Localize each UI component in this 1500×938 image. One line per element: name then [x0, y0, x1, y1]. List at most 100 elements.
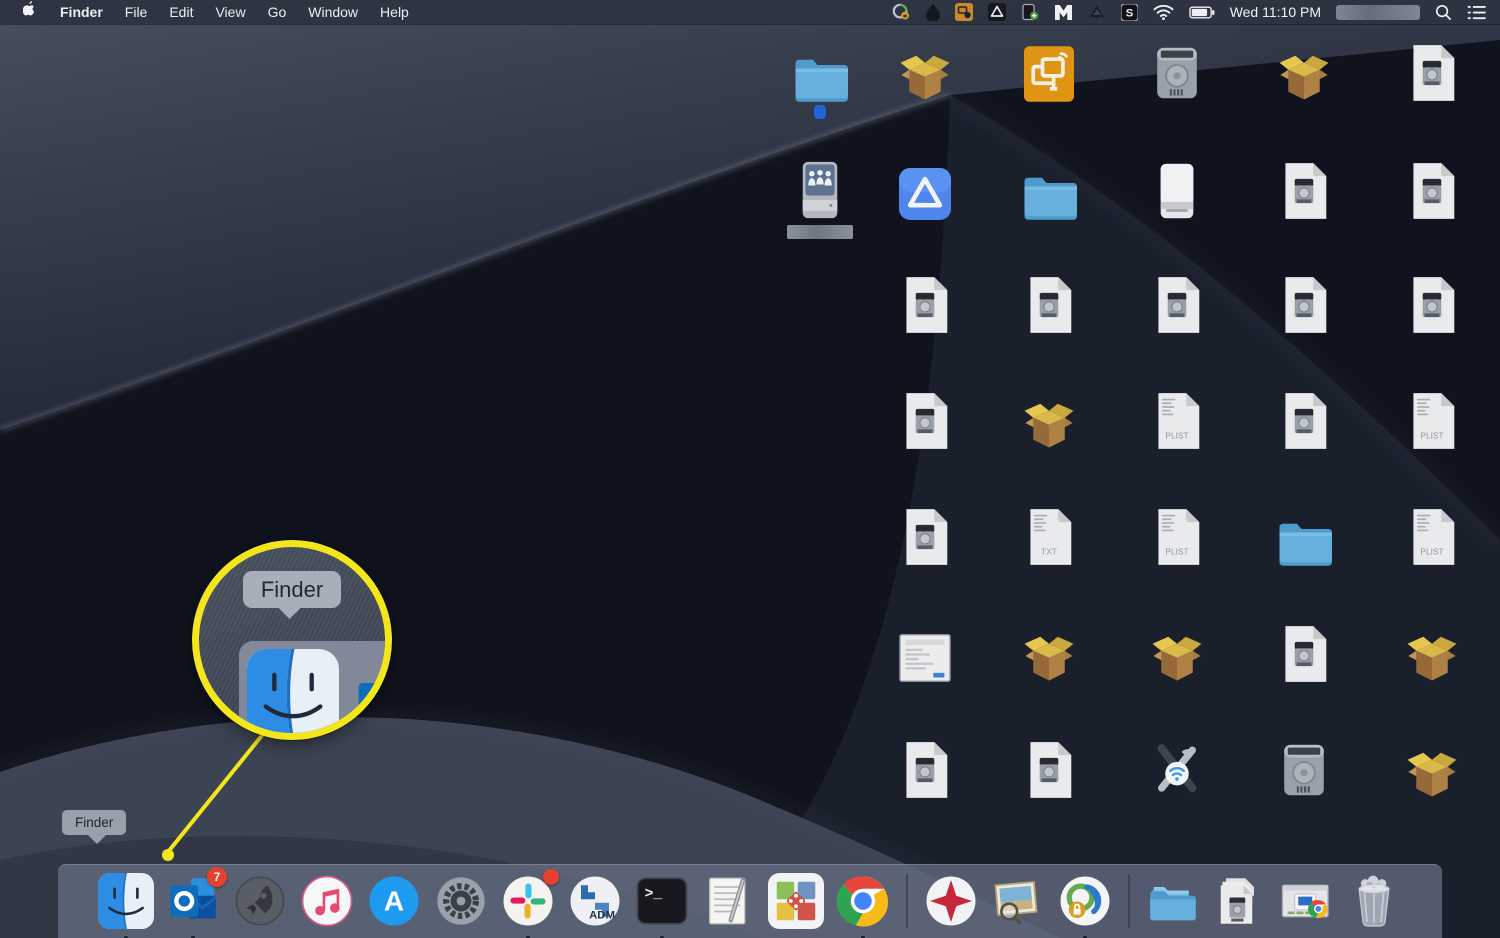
desktop-icon-pkg-18[interactable]	[983, 390, 1115, 453]
desktop-icon-dmg-13[interactable]	[983, 274, 1115, 337]
dock-item-finder[interactable]	[98, 873, 154, 929]
desktop-icon-pkg-36[interactable]	[1366, 739, 1498, 802]
battery-icon[interactable]	[1189, 0, 1215, 24]
dock-item-slack[interactable]	[500, 873, 556, 929]
folder-icon	[983, 160, 1115, 220]
dmg-icon	[1238, 623, 1370, 683]
desktop-icon-hdd-light-9[interactable]	[1111, 160, 1243, 223]
pkg-icon	[983, 623, 1115, 683]
desktop-icon-dmg-16[interactable]	[1366, 274, 1498, 337]
menu-clock[interactable]: Wed 11:10 PM	[1230, 4, 1321, 20]
desktop-icon-google-drive-7[interactable]	[859, 160, 991, 223]
dock-item-self-service[interactable]	[768, 873, 824, 929]
dock-item-outlook[interactable]: 7	[165, 873, 221, 929]
malwarebytes-icon[interactable]	[1054, 0, 1073, 24]
notification-center-icon[interactable]	[1467, 0, 1486, 24]
dmg-icon	[1366, 42, 1498, 102]
dock-item-chrome[interactable]	[835, 873, 891, 929]
anyconnect-vpn-icon[interactable]	[891, 0, 911, 24]
dock-item-app-store[interactable]: A	[366, 873, 422, 929]
txt-icon: TXT	[983, 506, 1115, 566]
menu-app-name[interactable]: Finder	[49, 0, 114, 24]
desktop-icon-folder-8[interactable]	[983, 160, 1115, 223]
dock-item-trash[interactable]	[1346, 873, 1402, 929]
desktop-icon-dmg-5[interactable]	[1366, 42, 1498, 105]
sophos-shield-icon[interactable]: S	[1121, 0, 1138, 24]
menu-item-go[interactable]: Go	[257, 0, 298, 24]
google-drive-icon[interactable]	[988, 0, 1006, 24]
dock-item-itunes[interactable]	[299, 873, 355, 929]
dock-item-cisco-anyconnect[interactable]	[1057, 873, 1113, 929]
desktop-icon-pkg-1[interactable]	[859, 42, 991, 105]
menu-item-view[interactable]: View	[204, 0, 256, 24]
onedrive-icon[interactable]	[1088, 0, 1106, 24]
desktop-icon-wdmon-tools-34[interactable]	[1111, 739, 1243, 802]
pkg-icon	[983, 390, 1115, 450]
menu-item-edit[interactable]: Edit	[158, 0, 204, 24]
desktop-icon-dmg-30[interactable]	[1238, 623, 1370, 686]
desktop-icon-dmg-22[interactable]	[859, 506, 991, 569]
dock: 7 A ADM >_	[58, 864, 1442, 938]
desktop-icon-dmg-32[interactable]	[859, 739, 991, 802]
desktop-icon-plist-21[interactable]: PLIST	[1366, 390, 1498, 453]
desktop-icon-dmg-11[interactable]	[1366, 160, 1498, 223]
wifi-icon[interactable]	[1153, 0, 1174, 24]
desktop-icon-dmg-17[interactable]	[859, 390, 991, 453]
dmg-icon	[859, 739, 991, 799]
dmg-icon	[1238, 390, 1370, 450]
dock-item-documents-stack[interactable]	[1212, 873, 1268, 929]
plist-icon: PLIST	[1366, 506, 1498, 566]
hdd-light-icon	[1111, 160, 1243, 220]
dameware-icon[interactable]	[955, 0, 973, 24]
desktop-icon-txt-23[interactable]: TXT	[983, 506, 1115, 569]
callout-finder-tooltip: Finder	[243, 571, 341, 608]
menu-item-window[interactable]: Window	[297, 0, 369, 24]
menu-item-file[interactable]: File	[114, 0, 159, 24]
dock-item-terminal[interactable]: >_	[634, 873, 690, 929]
desktop-icon-dmg-12[interactable]	[859, 274, 991, 337]
dock-item-launchpad[interactable]	[232, 873, 288, 929]
desktop-icon-dmg-15[interactable]	[1238, 274, 1370, 337]
desktop-icon-pkg-31[interactable]	[1366, 623, 1498, 686]
desktop-icon-dmg-33[interactable]	[983, 739, 1115, 802]
desktop-icon-dmg-10[interactable]	[1238, 160, 1370, 223]
dmg-icon	[859, 274, 991, 334]
desktop-icon-screenshot-27[interactable]	[859, 623, 991, 686]
menu-bar: Finder FileEditViewGoWindowHelp S Wed 11:…	[0, 0, 1500, 24]
dock-finder-tooltip: Finder	[62, 810, 126, 835]
spotlight-search-icon[interactable]	[1435, 0, 1452, 24]
dmg-icon	[1111, 274, 1243, 334]
folder-icon	[1238, 506, 1370, 566]
dock-item-adm[interactable]: ADM	[567, 873, 623, 929]
backblaze-icon[interactable]	[926, 0, 940, 24]
desktop-icon-dmg-14[interactable]	[1111, 274, 1243, 337]
desktop-icon-dmg-20[interactable]	[1238, 390, 1370, 453]
dock-item-folder-stack[interactable]	[1145, 873, 1201, 929]
desktop-icon-plist-24[interactable]: PLIST	[1111, 506, 1243, 569]
desktop-icon-dameware-app-2[interactable]	[983, 42, 1115, 105]
desktop-icon-plist-19[interactable]: PLIST	[1111, 390, 1243, 453]
finder-callout-circle: Finder	[192, 540, 392, 740]
dock-item-red-cross-app[interactable]	[923, 873, 979, 929]
menu-username-redacted	[1336, 5, 1420, 20]
menu-item-help[interactable]: Help	[369, 0, 420, 24]
desktop-icon-pkg-28[interactable]	[983, 623, 1115, 686]
wdmon-tools-icon	[1111, 739, 1243, 799]
sophos-device-icon[interactable]	[1021, 0, 1039, 24]
desktop-icon-pkg-4[interactable]	[1238, 42, 1370, 105]
dock-item-system-preferences[interactable]	[433, 873, 489, 929]
desktop-icon-plist-26[interactable]: PLIST	[1366, 506, 1498, 569]
dock-item-preview[interactable]	[990, 873, 1046, 929]
apple-menu[interactable]	[12, 0, 49, 25]
svg-text:ADM: ADM	[589, 910, 615, 922]
desktop-icon-pkg-29[interactable]	[1111, 623, 1243, 686]
svg-text:PLIST: PLIST	[1420, 431, 1443, 441]
screenshot-icon	[859, 623, 991, 683]
dock-divider	[1128, 874, 1130, 928]
desktop-icon-folder-25[interactable]	[1238, 506, 1370, 569]
desktop-icon-hdd-3[interactable]	[1111, 42, 1243, 105]
plist-icon: PLIST	[1111, 390, 1243, 450]
dock-item-textedit[interactable]	[701, 873, 757, 929]
desktop-icon-hdd-35[interactable]	[1238, 739, 1370, 802]
dock-item-minimized-chrome-window[interactable]	[1279, 873, 1335, 929]
